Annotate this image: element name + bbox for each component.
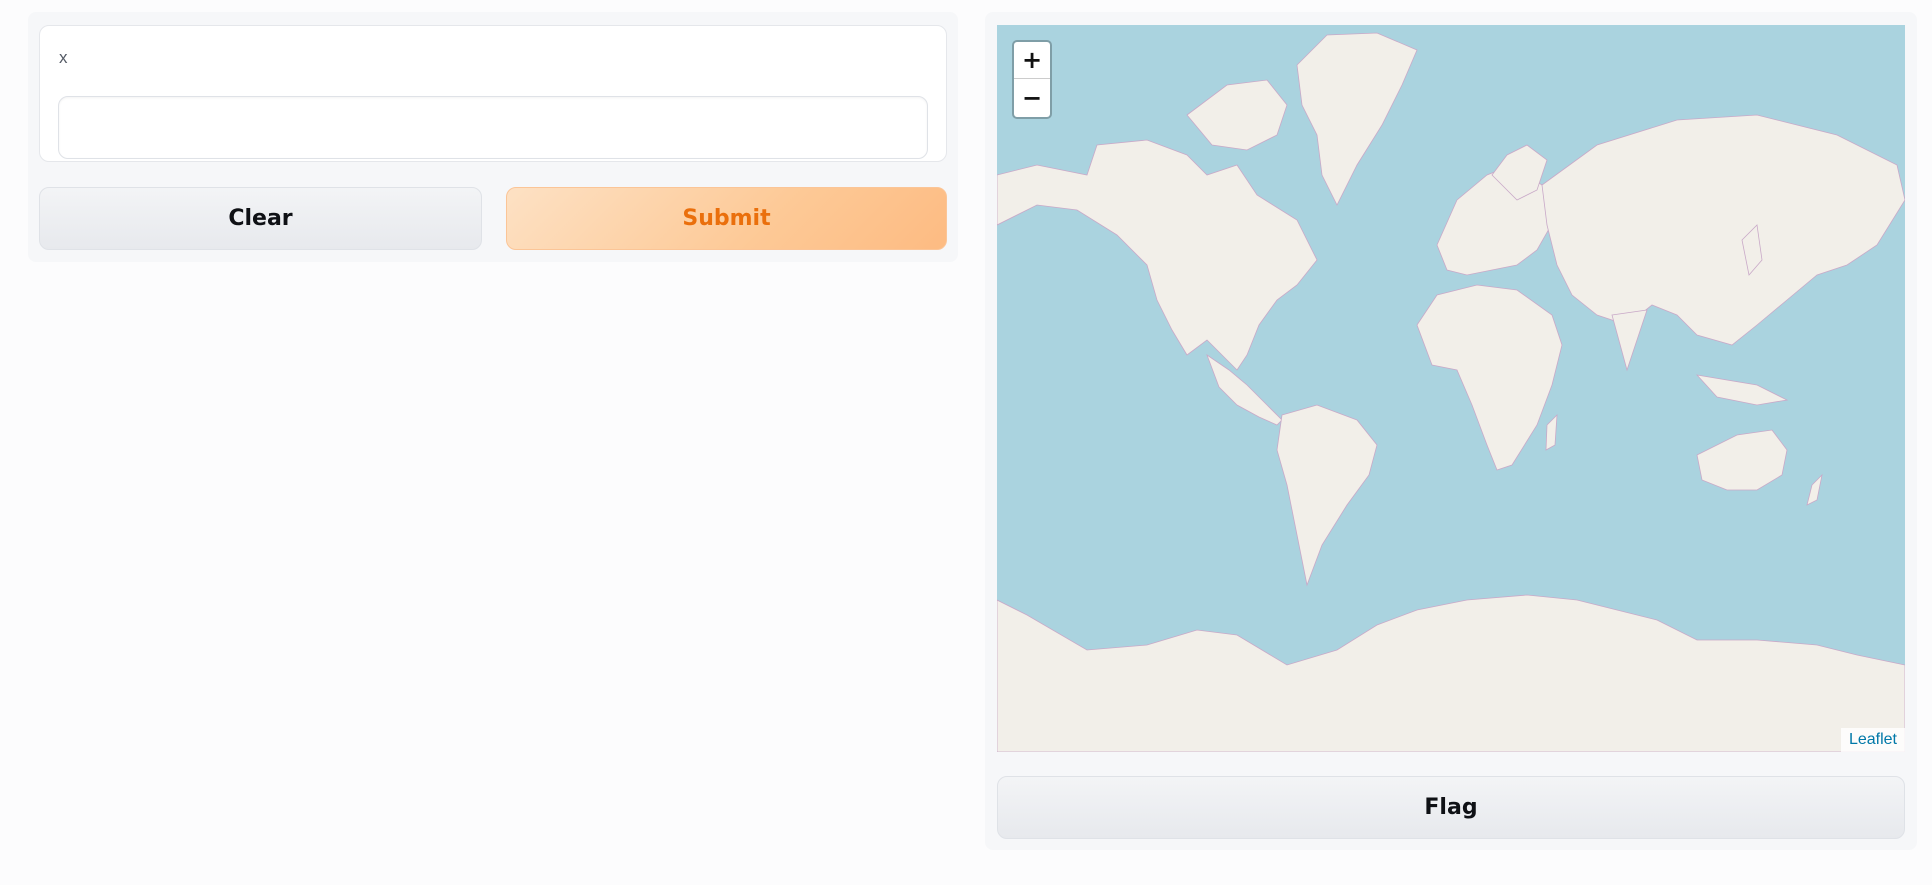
landmass-antarctica (997, 594, 1905, 752)
landmass-africa (1416, 284, 1563, 471)
input-label: x (59, 48, 68, 67)
landmass-madagascar (1545, 413, 1558, 451)
zoom-control: + − (1012, 40, 1052, 119)
landmass-arctic-islands (1186, 79, 1288, 151)
world-map[interactable]: + − Leaflet (997, 25, 1905, 752)
landmass-new-zealand (1806, 473, 1823, 506)
submit-button[interactable]: Submit (506, 187, 947, 250)
flag-button[interactable]: Flag (997, 776, 1905, 839)
zoom-out-button[interactable]: − (1014, 79, 1050, 116)
output-panel: + − Leaflet Flag (985, 12, 1917, 850)
landmass-australia (1696, 429, 1788, 491)
input-panel: x Clear Submit (28, 12, 958, 262)
map-attribution-link[interactable]: Leaflet (1840, 728, 1905, 752)
clear-button[interactable]: Clear (39, 187, 482, 250)
landmass-asia (1541, 114, 1905, 346)
landmass-north-america (997, 139, 1318, 371)
landmass-central-america (1206, 353, 1283, 426)
landmass-southeast-asia-islands (1695, 374, 1789, 406)
zoom-in-button[interactable]: + (1014, 42, 1050, 79)
landmass-india (1611, 309, 1648, 372)
x-input[interactable] (58, 96, 928, 159)
textbox-block: x (39, 25, 947, 162)
landmass-greenland (1296, 32, 1418, 206)
map-tiles (997, 32, 1905, 752)
landmass-south-america (1276, 404, 1378, 587)
